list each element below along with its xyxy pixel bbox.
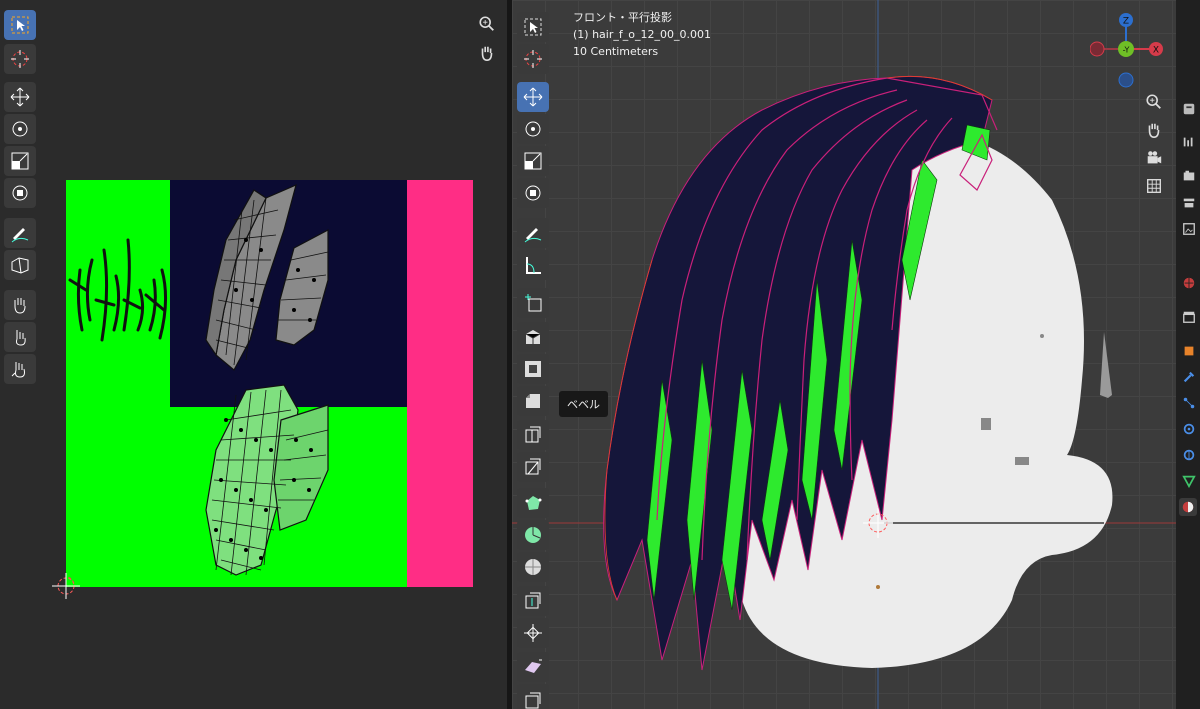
rip-region-icon[interactable] bbox=[517, 684, 549, 709]
add-cube-icon[interactable] bbox=[517, 288, 549, 318]
view-name-label: フロント・平行投影 bbox=[573, 11, 672, 24]
pinch-icon[interactable] bbox=[4, 354, 36, 384]
zoom-icon[interactable] bbox=[1141, 89, 1167, 115]
modifier-icon[interactable] bbox=[1180, 368, 1198, 386]
gizmo-x-label: X bbox=[1153, 46, 1159, 56]
rotate-icon[interactable] bbox=[4, 114, 36, 144]
cursor-icon[interactable] bbox=[517, 44, 549, 74]
view-layer-icon[interactable] bbox=[1180, 194, 1198, 212]
pan-hand-icon[interactable] bbox=[1141, 117, 1167, 143]
cursor-icon[interactable] bbox=[4, 44, 36, 74]
bevel-icon[interactable] bbox=[517, 386, 549, 416]
gizmo-neg-z-icon[interactable] bbox=[1118, 72, 1134, 88]
camera-icon[interactable] bbox=[1141, 145, 1167, 171]
transform-icon[interactable] bbox=[4, 178, 36, 208]
loop-cut-icon[interactable] bbox=[517, 420, 549, 450]
particles-icon[interactable] bbox=[1180, 394, 1198, 412]
annotate-icon[interactable] bbox=[517, 218, 549, 248]
scale-icon[interactable] bbox=[4, 146, 36, 176]
bevel-tooltip: ベベル bbox=[559, 391, 608, 417]
constraints-icon[interactable] bbox=[1180, 446, 1198, 464]
uv-texture-pink bbox=[407, 180, 473, 587]
grab-icon[interactable] bbox=[4, 290, 36, 320]
extrude-icon[interactable] bbox=[517, 322, 549, 352]
uv-cursor-cross bbox=[52, 573, 80, 599]
smooth-icon[interactable] bbox=[517, 552, 549, 582]
select-box-icon[interactable] bbox=[4, 10, 36, 40]
measure-icon[interactable] bbox=[517, 250, 549, 280]
data-icon[interactable] bbox=[1180, 472, 1198, 490]
transform-icon[interactable] bbox=[517, 178, 549, 208]
uv-canvas[interactable] bbox=[66, 180, 473, 587]
scene-icon[interactable] bbox=[1180, 220, 1198, 238]
poly-build-icon[interactable] bbox=[517, 488, 549, 518]
properties-tab-bar bbox=[1176, 0, 1200, 709]
small-object-2 bbox=[1015, 457, 1029, 465]
gizmo-z-label: Z bbox=[1123, 17, 1129, 27]
shrink-icon[interactable] bbox=[517, 618, 549, 648]
scale-label: 10 Centimeters bbox=[573, 45, 659, 58]
pan-hand-icon[interactable] bbox=[474, 40, 500, 66]
knife-icon[interactable] bbox=[517, 452, 549, 482]
uv-toolbar bbox=[4, 10, 40, 390]
physics-icon[interactable] bbox=[1180, 420, 1198, 438]
relax-icon[interactable] bbox=[4, 322, 36, 352]
earring-object bbox=[1100, 332, 1112, 398]
3d-viewport[interactable]: フロント・平行投影 (1) hair_f_o_12_00_0.001 10 Ce… bbox=[512, 0, 1176, 709]
zoom-icon[interactable] bbox=[474, 11, 500, 37]
output-icon[interactable] bbox=[1180, 167, 1198, 185]
move-icon[interactable] bbox=[4, 82, 36, 112]
render-icon[interactable] bbox=[1180, 133, 1198, 151]
tool-icon[interactable] bbox=[1180, 100, 1198, 118]
object-name-label: (1) hair_f_o_12_00_0.001 bbox=[573, 28, 711, 41]
edge-slide-icon[interactable] bbox=[517, 586, 549, 616]
gizmo-y-label: -Y bbox=[1123, 46, 1130, 55]
viewport-toolbar bbox=[517, 12, 553, 709]
annotate-icon[interactable] bbox=[4, 218, 36, 248]
grid-icon[interactable] bbox=[1141, 173, 1167, 199]
rotate-icon[interactable] bbox=[517, 114, 549, 144]
material-icon[interactable] bbox=[1179, 498, 1197, 516]
viewport-scene bbox=[512, 0, 1176, 709]
rip-icon[interactable] bbox=[4, 250, 36, 280]
shear-icon[interactable] bbox=[517, 652, 549, 682]
world-icon[interactable] bbox=[1180, 274, 1198, 292]
select-box-icon[interactable] bbox=[517, 12, 549, 42]
spin-icon[interactable] bbox=[517, 520, 549, 550]
collection-icon[interactable] bbox=[1180, 308, 1198, 326]
scale-icon[interactable] bbox=[517, 146, 549, 176]
object-icon[interactable] bbox=[1180, 342, 1198, 360]
uv-editor[interactable] bbox=[0, 0, 507, 709]
small-object-1 bbox=[981, 418, 991, 430]
navigation-gizmo[interactable]: Z -Y X bbox=[1090, 8, 1170, 88]
inset-icon[interactable] bbox=[517, 354, 549, 384]
gizmo-neg-x-icon[interactable] bbox=[1090, 41, 1105, 57]
move-icon[interactable] bbox=[517, 82, 549, 112]
